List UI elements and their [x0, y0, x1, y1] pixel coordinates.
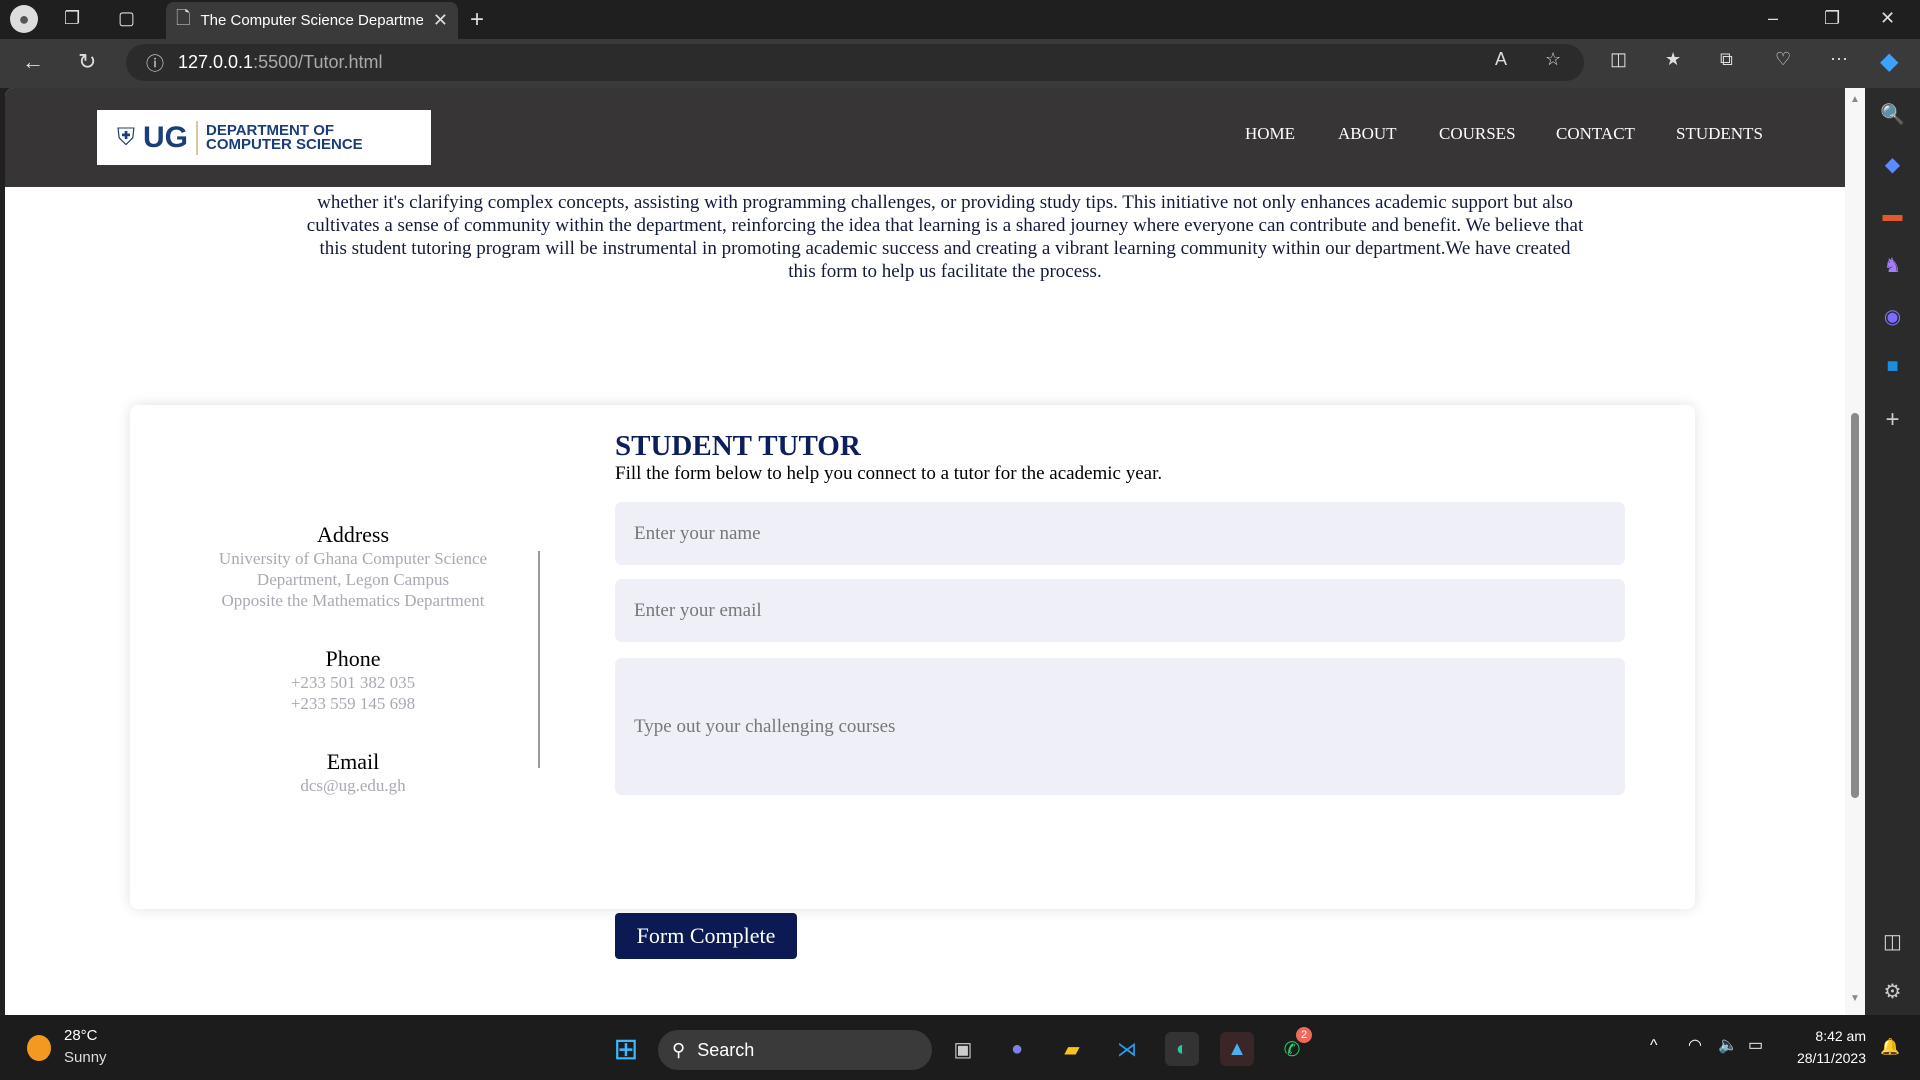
more-icon[interactable]: ⋯: [1830, 49, 1848, 70]
site-header: ⛨ UG DEPARTMENT OF COMPUTER SCIENCE HOME …: [5, 88, 1845, 187]
phone-block: Phone +233 501 382 035 +233 559 145 698: [203, 646, 503, 714]
settings-icon[interactable]: ⚙: [1865, 976, 1920, 1006]
column-divider: [538, 551, 540, 768]
logo-line2: COMPUTER SCIENCE: [206, 135, 363, 153]
split-screen-icon[interactable]: ◫: [1610, 49, 1627, 70]
clock-date[interactable]: 28/11/2023: [1780, 1050, 1866, 1066]
add-icon[interactable]: +: [1865, 405, 1920, 435]
weather-condition[interactable]: Sunny: [64, 1049, 107, 1066]
url-path: :5500/Tutor.html: [253, 52, 383, 72]
url-host: 127.0.0.1: [178, 52, 254, 72]
logo-divider: [196, 120, 198, 155]
email-heading: Email: [326, 749, 380, 774]
close-window-icon[interactable]: ✕: [1880, 8, 1895, 29]
address-line: Department, Legon Campus: [256, 570, 450, 589]
profile-icon[interactable]: ●: [10, 5, 38, 33]
back-icon[interactable]: ←: [22, 49, 44, 75]
tab-actions-icon[interactable]: ▢: [118, 8, 135, 29]
nav-about[interactable]: ABOUT: [1338, 124, 1397, 144]
volume-icon[interactable]: 🔈: [1718, 1035, 1738, 1055]
email-block: Email dcs@ug.edu.gh: [203, 749, 503, 796]
nav-courses[interactable]: COURSES: [1439, 124, 1516, 144]
outlook-icon[interactable]: ■: [1865, 351, 1920, 381]
scroll-up-icon[interactable]: ▲: [1850, 94, 1860, 105]
department-logo[interactable]: ⛨ UG DEPARTMENT OF COMPUTER SCIENCE: [97, 110, 431, 165]
new-tab-icon[interactable]: +: [470, 6, 484, 34]
start-icon[interactable]: ⊞: [609, 1032, 643, 1066]
workspaces-icon[interactable]: ❐: [64, 8, 80, 29]
games-icon[interactable]: ♞: [1865, 250, 1920, 280]
weather-sun-icon: [27, 1035, 51, 1061]
photos-icon[interactable]: ▲: [1220, 1032, 1254, 1066]
edge-sidebar: 🔍 ◆ ▬ ♞ ◉ ■ + ◫ ⚙: [1865, 88, 1920, 1015]
search-label: Search: [697, 1039, 755, 1060]
courses-textarea[interactable]: Type out your challenging courses: [615, 658, 1625, 795]
tray-chevron-icon[interactable]: ^: [1650, 1037, 1658, 1055]
close-tab-icon[interactable]: ✕: [433, 10, 448, 31]
phone-number: +233 501 382 035: [290, 673, 416, 692]
address-line: Opposite the Mathematics Department: [221, 591, 485, 610]
whatsapp-badge: 2: [1296, 1027, 1312, 1043]
favorites-icon[interactable]: ★: [1665, 49, 1681, 70]
search-icon: ⚲: [672, 1039, 686, 1060]
file-explorer-icon[interactable]: ▰: [1055, 1032, 1089, 1066]
weather-temp[interactable]: 28°C: [64, 1027, 98, 1044]
address-heading: Address: [316, 522, 390, 547]
page-icon: 🗋: [176, 7, 191, 28]
nav-contact[interactable]: CONTACT: [1556, 124, 1635, 144]
wifi-icon[interactable]: ◠: [1688, 1035, 1702, 1055]
url-input[interactable]: ⓘ 127.0.0.1:5500/Tutor.html: [126, 44, 1584, 81]
phone-heading: Phone: [325, 646, 381, 671]
email-address: dcs@ug.edu.gh: [300, 776, 406, 795]
teams-icon[interactable]: ●: [1000, 1032, 1034, 1066]
logo-ug: UG: [143, 120, 188, 154]
refresh-icon[interactable]: ↻: [78, 49, 96, 75]
office-icon[interactable]: ◉: [1865, 301, 1920, 331]
scrollbar-thumb[interactable]: [1851, 413, 1859, 798]
collections-icon[interactable]: ⧉: [1720, 49, 1733, 70]
form-title: STUDENT TUTOR: [615, 430, 861, 462]
battery-icon[interactable]: ▭: [1748, 1035, 1763, 1055]
crest-icon: ⛨: [117, 123, 135, 151]
edge-icon[interactable]: ◐: [1165, 1032, 1199, 1066]
name-input[interactable]: Enter your name: [615, 502, 1625, 565]
task-view-icon[interactable]: ▣: [946, 1032, 980, 1066]
read-aloud-icon[interactable]: A: [1495, 49, 1507, 70]
clock-time[interactable]: 8:42 am: [1780, 1028, 1866, 1044]
scroll-down-icon[interactable]: ▼: [1850, 993, 1860, 1004]
taskbar: 28°C Sunny ⊞ ⚲ Search ▣ ● ▰ ⋊ ◐ ▲ ✆ 2 ^ ◠…: [0, 1015, 1920, 1080]
form-subtitle: Fill the form below to help you connect …: [615, 463, 1163, 484]
taskbar-search[interactable]: ⚲ Search: [658, 1030, 932, 1070]
tab-active[interactable]: 🗋 The Computer Science Departme ✕: [166, 2, 458, 39]
page-viewport: ⛨ UG DEPARTMENT OF COMPUTER SCIENCE HOME …: [5, 88, 1845, 1015]
sidebar-toggle-icon[interactable]: ◫: [1865, 926, 1920, 956]
tutor-form-card: Address University of Ghana Computer Sci…: [130, 405, 1695, 959]
copilot-icon[interactable]: ◆: [1880, 47, 1898, 76]
tools-icon[interactable]: ▬: [1865, 200, 1920, 230]
restore-icon[interactable]: ❐: [1824, 8, 1840, 29]
browser-tab-bar: ● ❐ ▢ 🗋 The Computer Science Departme ✕ …: [0, 0, 1920, 39]
minimize-icon[interactable]: –: [1768, 8, 1778, 29]
tab-title: The Computer Science Departme: [200, 12, 423, 29]
address-block: Address University of Ghana Computer Sci…: [203, 522, 503, 611]
address-bar-row: ← ↻ ⓘ 127.0.0.1:5500/Tutor.html A ☆ ◫ ★ …: [0, 39, 1920, 88]
intro-paragraph: whether it's clarifying complex concepts…: [306, 192, 1584, 282]
favorite-star-icon[interactable]: ☆: [1545, 49, 1561, 70]
email-input[interactable]: Enter your email: [615, 579, 1625, 642]
notification-bell-icon[interactable]: 🔔: [1880, 1037, 1900, 1057]
search-icon[interactable]: 🔍: [1865, 99, 1920, 129]
form-complete-button[interactable]: Form Complete: [615, 913, 797, 959]
nav-students[interactable]: STUDENTS: [1676, 124, 1763, 144]
nav-home[interactable]: HOME: [1245, 124, 1295, 144]
vscode-icon[interactable]: ⋊: [1110, 1032, 1144, 1066]
page-scrollbar[interactable]: ▲ ▼: [1845, 88, 1865, 1015]
phone-number: +233 559 145 698: [290, 694, 416, 713]
address-line: University of Ghana Computer Science: [218, 549, 488, 568]
shopping-tag-icon[interactable]: ◆: [1865, 149, 1920, 179]
health-icon[interactable]: ♡: [1775, 49, 1791, 70]
info-icon[interactable]: ⓘ: [146, 50, 164, 76]
